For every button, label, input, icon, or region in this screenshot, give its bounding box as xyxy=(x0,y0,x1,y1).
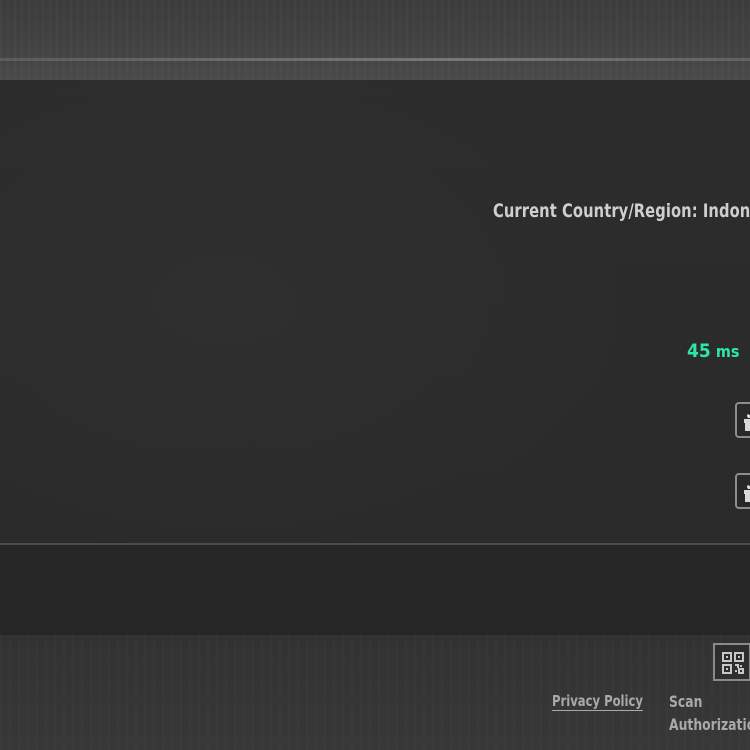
server-option-button-1[interactable] xyxy=(735,402,750,438)
scan-label-line1: Scan xyxy=(669,692,703,711)
current-region-label: Current Country/Region: Indonesia xyxy=(493,200,750,222)
ping-unit: ms xyxy=(715,342,740,361)
scan-label-line2: Authorization xyxy=(669,715,750,734)
server-option-button-2[interactable] xyxy=(735,473,750,509)
qr-code-icon xyxy=(722,652,744,674)
lower-strip xyxy=(0,545,750,635)
game-login-screen: Current Country/Region: Indonesia 45 ms … xyxy=(0,0,750,750)
top-header-band xyxy=(0,0,750,80)
gift-icon xyxy=(744,414,750,431)
scan-authorization-button[interactable] xyxy=(713,643,750,681)
header-divider xyxy=(0,58,750,61)
scan-authorization-label[interactable]: Scan Authorization xyxy=(669,690,750,736)
ping-indicator: 45 ms A xyxy=(687,340,750,362)
privacy-policy-link[interactable]: Privacy Policy xyxy=(552,692,643,710)
ping-value: 45 xyxy=(687,340,711,362)
gift-icon xyxy=(744,485,750,502)
